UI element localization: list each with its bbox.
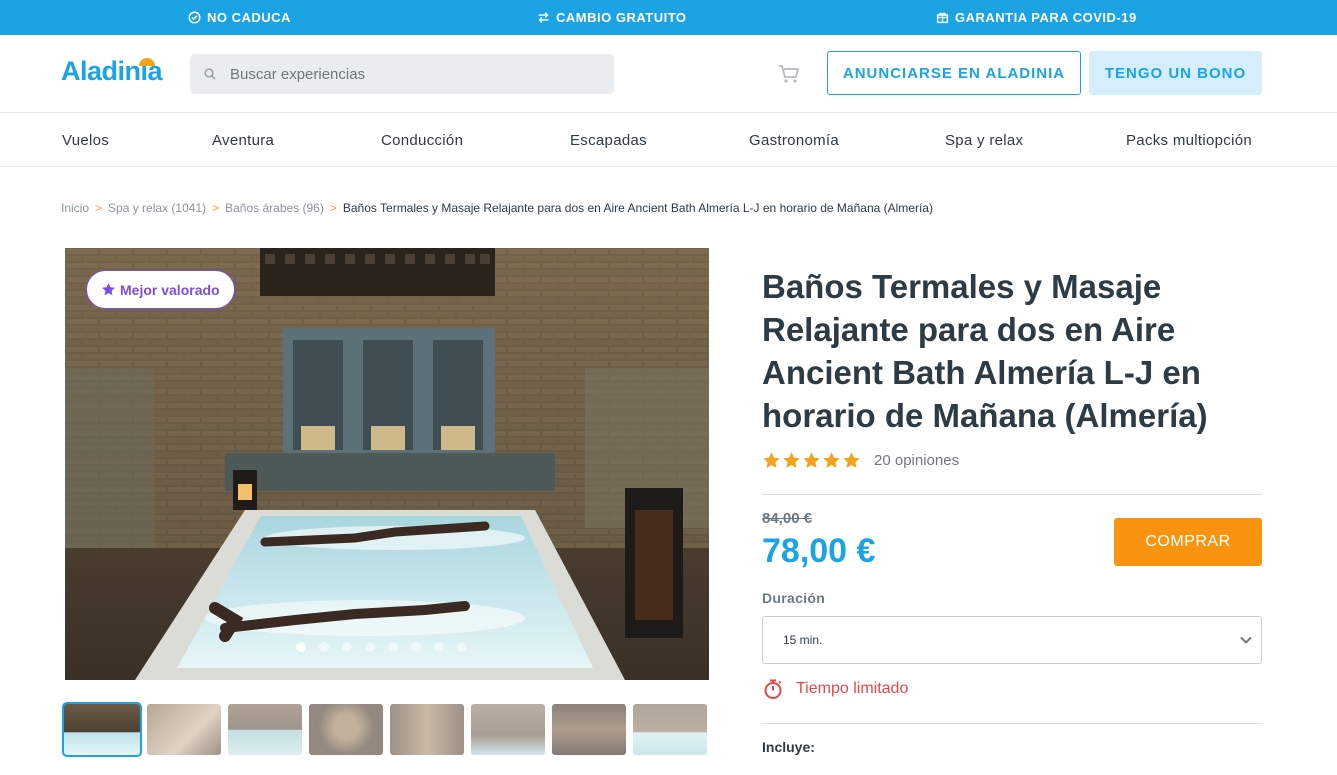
thumbnail[interactable] [309, 704, 383, 755]
carousel-dot[interactable] [411, 642, 421, 652]
includes-heading: Incluye: [762, 739, 815, 755]
duration-select[interactable]: 15 min. [762, 616, 1262, 664]
breadcrumb-label: Baños árabes [225, 201, 300, 215]
announce-button[interactable]: ANUNCIARSE EN ALADINIA [827, 51, 1081, 95]
perk-label: NO CADUCA [207, 10, 291, 25]
divider [762, 494, 1262, 495]
spa-pool-photo [65, 248, 709, 680]
breadcrumb-count: (1041) [171, 201, 207, 215]
limited-time-label: Tiempo limitado [796, 680, 909, 697]
rating[interactable]: 20 opiniones [762, 451, 959, 470]
breadcrumb-link-inicio[interactable]: Inicio [61, 201, 89, 215]
carousel-dot[interactable] [319, 642, 329, 652]
star-icon [783, 452, 800, 468]
search-input[interactable] [230, 65, 590, 83]
gift-box-icon [936, 12, 949, 24]
carousel-dot[interactable] [434, 642, 444, 652]
breadcrumb: Inicio > Spa y relax (1041) > Baños árab… [61, 201, 933, 215]
category-nav: Vuelos Aventura Conducción Escapadas Gas… [0, 113, 1337, 167]
top-rated-badge: Mejor valorado [86, 270, 235, 309]
perk-cambio-gratuito: CAMBIO GRATUITO [537, 0, 687, 35]
thumbnail[interactable] [228, 704, 302, 755]
product-title: Baños Termales y Masaje Relajante para d… [762, 268, 1208, 434]
stopwatch-icon [764, 679, 782, 699]
perk-garantia-covid: GARANTIA PARA COVID-19 [936, 0, 1137, 35]
breadcrumb-separator: > [212, 201, 220, 215]
star-icon [823, 452, 840, 468]
thumbnail[interactable] [147, 704, 221, 755]
nav-item-spa-relax[interactable]: Spa y relax [945, 113, 1023, 167]
carousel-dot[interactable] [296, 642, 306, 652]
breadcrumb-separator: > [329, 201, 337, 215]
star-icon [843, 452, 860, 468]
carousel-dot[interactable] [388, 642, 398, 652]
nav-item-escapadas[interactable]: Escapadas [570, 113, 647, 167]
breadcrumb-link-spa[interactable]: Spa y relax (1041) [108, 201, 206, 215]
swap-arrows-icon [538, 12, 549, 23]
carousel-dot[interactable] [457, 642, 467, 652]
top-perks-bar: NO CADUCA CAMBIO GRATUITO GARANTIA PARA … [0, 0, 1337, 35]
thumbnail[interactable] [552, 704, 626, 755]
current-price: 78,00 € [762, 532, 876, 570]
divider [762, 723, 1262, 724]
carousel-dots [296, 642, 467, 652]
perk-label: GARANTIA PARA COVID-19 [955, 10, 1137, 25]
thumbnail[interactable] [62, 702, 142, 757]
breadcrumb-link-banos-arabes[interactable]: Baños árabes (96) [225, 201, 324, 215]
site-header: Aladinia ANUNCIARSE EN ALADINIA TENGO UN… [0, 35, 1337, 113]
chevron-down-icon [1240, 636, 1252, 644]
carousel-dot[interactable] [342, 642, 352, 652]
nav-item-gastronomia[interactable]: Gastronomía [749, 113, 839, 167]
thumbnail[interactable] [633, 704, 707, 755]
perk-label: CAMBIO GRATUITO [556, 10, 687, 25]
original-price: 84,00 € [762, 510, 813, 527]
breadcrumb-count: (96) [302, 201, 324, 215]
search-bar[interactable] [190, 54, 614, 94]
aladinia-logo[interactable]: Aladinia [61, 56, 163, 87]
product-main-photo[interactable] [65, 248, 709, 680]
voucher-button[interactable]: TENGO UN BONO [1089, 51, 1262, 95]
duration-label: Duración [762, 590, 826, 606]
nav-item-vuelos[interactable]: Vuelos [62, 113, 109, 167]
thumbnail[interactable] [390, 704, 464, 755]
perk-no-caduca: NO CADUCA [188, 0, 291, 35]
breadcrumb-current: Baños Termales y Masaje Relajante para d… [342, 201, 933, 215]
star-icon [102, 283, 115, 296]
clock-check-icon [188, 11, 201, 24]
star-icon [763, 452, 780, 468]
nav-item-packs[interactable]: Packs multiopción [1126, 113, 1252, 167]
review-count[interactable]: 20 opiniones [874, 452, 959, 469]
search-icon [204, 68, 216, 80]
limited-time-notice: Tiempo limitado [762, 678, 908, 700]
breadcrumb-separator: > [95, 201, 103, 215]
carousel-dot[interactable] [365, 642, 375, 652]
shopping-cart-icon[interactable] [777, 63, 801, 85]
badge-label: Mejor valorado [120, 281, 220, 298]
duration-value: 15 min. [783, 633, 823, 647]
thumbnail-strip [62, 702, 707, 757]
nav-item-aventura[interactable]: Aventura [212, 113, 274, 167]
nav-item-conduccion[interactable]: Conducción [381, 113, 463, 167]
buy-button[interactable]: COMPRAR [1114, 518, 1262, 566]
thumbnail[interactable] [471, 704, 545, 755]
star-icon [803, 452, 820, 468]
breadcrumb-label: Spa y relax [108, 201, 169, 215]
